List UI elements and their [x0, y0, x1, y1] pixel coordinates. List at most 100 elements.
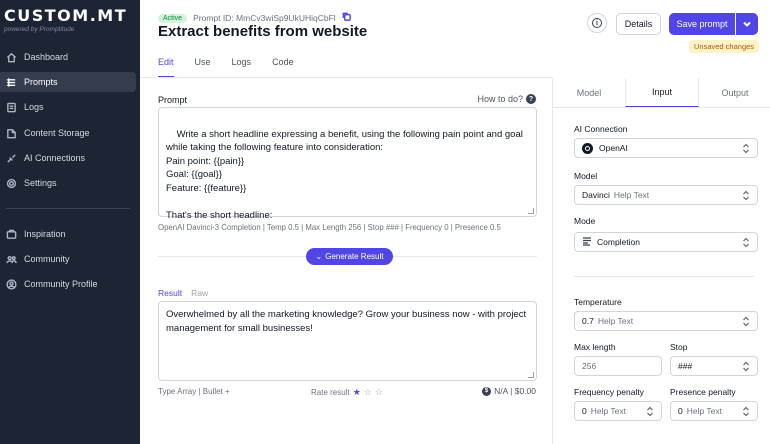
- tabs-divider: [140, 77, 552, 78]
- resize-handle-icon[interactable]: [528, 208, 534, 214]
- max-length-label: Max length: [574, 342, 616, 352]
- save-prompt-button[interactable]: Save prompt: [669, 13, 735, 35]
- max-length-value: 256: [582, 361, 597, 371]
- sidebar-item-community-profile[interactable]: Community Profile: [0, 274, 136, 294]
- panel-divider: [574, 276, 754, 277]
- tab-edit[interactable]: Edit: [158, 57, 174, 77]
- text-lines-icon: [582, 236, 597, 248]
- page-title: Extract benefits from website: [158, 23, 368, 40]
- brand-logo[interactable]: CUSTOM.MT powered by Promptitude: [4, 6, 127, 33]
- result-type-info: Type Array | Bullet +: [158, 387, 230, 396]
- sidebar: CUSTOM.MT powered by Promptitude Dashboa…: [0, 0, 140, 444]
- prompt-id: Prompt ID: MmCv3wiSp9UkUHiqCbFl: [193, 13, 336, 23]
- sidebar-item-ai-connections[interactable]: AI Connections: [0, 148, 136, 168]
- mode-value: Completion: [597, 237, 640, 247]
- stepper-chevron-icon[interactable]: [646, 406, 654, 417]
- resize-handle-icon[interactable]: [528, 372, 534, 378]
- info-button[interactable]: i: [587, 13, 607, 33]
- dollar-icon: $: [482, 386, 492, 396]
- frequency-penalty-label: Frequency penalty: [574, 387, 644, 397]
- star-icon[interactable]: ☆: [375, 387, 383, 398]
- info-icon: i: [592, 18, 602, 28]
- storage-icon: [7, 128, 16, 138]
- sidebar-item-label: Settings: [24, 178, 57, 188]
- ai-connection-label: AI Connection: [574, 124, 628, 134]
- prompt-textarea[interactable]: Write a short headline expressing a bene…: [158, 107, 537, 221]
- tab-output[interactable]: Output: [699, 78, 770, 107]
- sidebar-item-label: Content Storage: [24, 128, 90, 138]
- tab-model[interactable]: Model: [553, 78, 625, 107]
- community-icon: [6, 255, 17, 263]
- sidebar-item-label: AI Connections: [24, 153, 86, 163]
- frequency-value: 0: [582, 406, 587, 416]
- gear-icon: [6, 178, 17, 188]
- select-chevron-icon: [742, 361, 750, 372]
- prompt-text: Write a short headline expressing a bene…: [166, 128, 523, 221]
- details-button[interactable]: Details: [616, 13, 661, 35]
- stepper-chevron-icon[interactable]: [742, 316, 750, 327]
- sidebar-item-label: Community Profile: [24, 279, 98, 289]
- editor-tabs: Edit Use Logs Code: [158, 57, 315, 77]
- tab-code[interactable]: Code: [272, 57, 294, 77]
- result-tabs: Result Raw: [158, 288, 208, 298]
- mode-select[interactable]: Completion: [574, 232, 758, 252]
- save-options-button[interactable]: [736, 13, 758, 35]
- mode-label: Mode: [574, 216, 596, 226]
- main-editor: Active Prompt ID: MmCv3wiSp9UkUHiqCbFl E…: [140, 0, 552, 444]
- temperature-label: Temperature: [574, 297, 622, 307]
- prompt-settings-summary: OpenAI Davinci-3 Completion | Temp 0.5 |…: [158, 223, 501, 232]
- settings-tabs: Model Input Output: [553, 78, 770, 108]
- sidebar-item-logs[interactable]: Logs: [0, 97, 136, 117]
- stop-select[interactable]: ###: [670, 356, 758, 376]
- sidebar-item-label: Community: [24, 254, 70, 264]
- prompts-icon: [6, 77, 16, 87]
- max-length-input[interactable]: 256: [574, 356, 662, 376]
- logs-icon: [7, 102, 16, 112]
- model-help-text: Help Text: [613, 190, 650, 200]
- home-icon: [6, 52, 17, 62]
- stepper-chevron-icon[interactable]: [742, 406, 750, 417]
- select-chevron-icon: [742, 190, 750, 201]
- profile-icon: [6, 278, 17, 290]
- sidebar-item-prompts[interactable]: Prompts: [0, 72, 136, 92]
- generate-result-button[interactable]: ⌄ Generate Result: [306, 248, 393, 265]
- ai-connection-value: OpenAI: [599, 143, 628, 153]
- sidebar-item-settings[interactable]: Settings: [0, 173, 136, 193]
- rate-result: Rate result ★ ☆ ☆: [311, 387, 383, 398]
- tab-result[interactable]: Result: [158, 288, 182, 298]
- ai-connection-select[interactable]: OpenAI: [574, 138, 758, 158]
- model-label: Model: [574, 171, 598, 181]
- openai-icon: [582, 142, 593, 154]
- model-select[interactable]: Davinci Help Text: [574, 185, 758, 205]
- model-value: Davinci: [582, 190, 610, 200]
- help-icon: ?: [526, 94, 536, 104]
- select-chevron-icon: [742, 143, 750, 154]
- tab-input[interactable]: Input: [625, 78, 699, 107]
- unsaved-changes-badge: Unsaved changes: [689, 40, 760, 53]
- presence-value: 0: [678, 406, 683, 416]
- tab-use[interactable]: Use: [195, 57, 211, 77]
- star-icon[interactable]: ★: [353, 387, 361, 398]
- sidebar-item-content-storage[interactable]: Content Storage: [0, 123, 136, 143]
- presence-penalty-input[interactable]: 0 Help Text: [670, 401, 758, 421]
- sidebar-item-dashboard[interactable]: Dashboard: [0, 47, 136, 67]
- presence-help-text: Help Text: [686, 406, 723, 416]
- how-to-link[interactable]: How to do? ?: [477, 94, 536, 104]
- settings-panel: Model Input Output AI Connection OpenAI …: [552, 78, 770, 444]
- frequency-penalty-input[interactable]: 0 Help Text: [574, 401, 662, 421]
- select-chevron-icon: [742, 237, 750, 248]
- sidebar-item-inspiration[interactable]: Inspiration: [0, 224, 136, 244]
- how-to-label: How to do?: [477, 94, 523, 104]
- sidebar-item-community[interactable]: Community: [0, 249, 136, 269]
- star-icon[interactable]: ☆: [364, 387, 372, 398]
- generate-label: Generate Result: [325, 252, 384, 261]
- result-textarea[interactable]: Overwhelmed by all the marketing knowled…: [158, 301, 537, 381]
- tab-logs[interactable]: Logs: [232, 57, 252, 77]
- tab-raw[interactable]: Raw: [191, 288, 208, 298]
- sidebar-item-label: Logs: [24, 102, 44, 112]
- frequency-help-text: Help Text: [590, 406, 627, 416]
- temperature-input[interactable]: 0.7 Help Text: [574, 311, 758, 331]
- chevron-down-icon: [743, 21, 751, 27]
- stop-value: ###: [678, 361, 693, 371]
- connections-icon: [7, 153, 16, 163]
